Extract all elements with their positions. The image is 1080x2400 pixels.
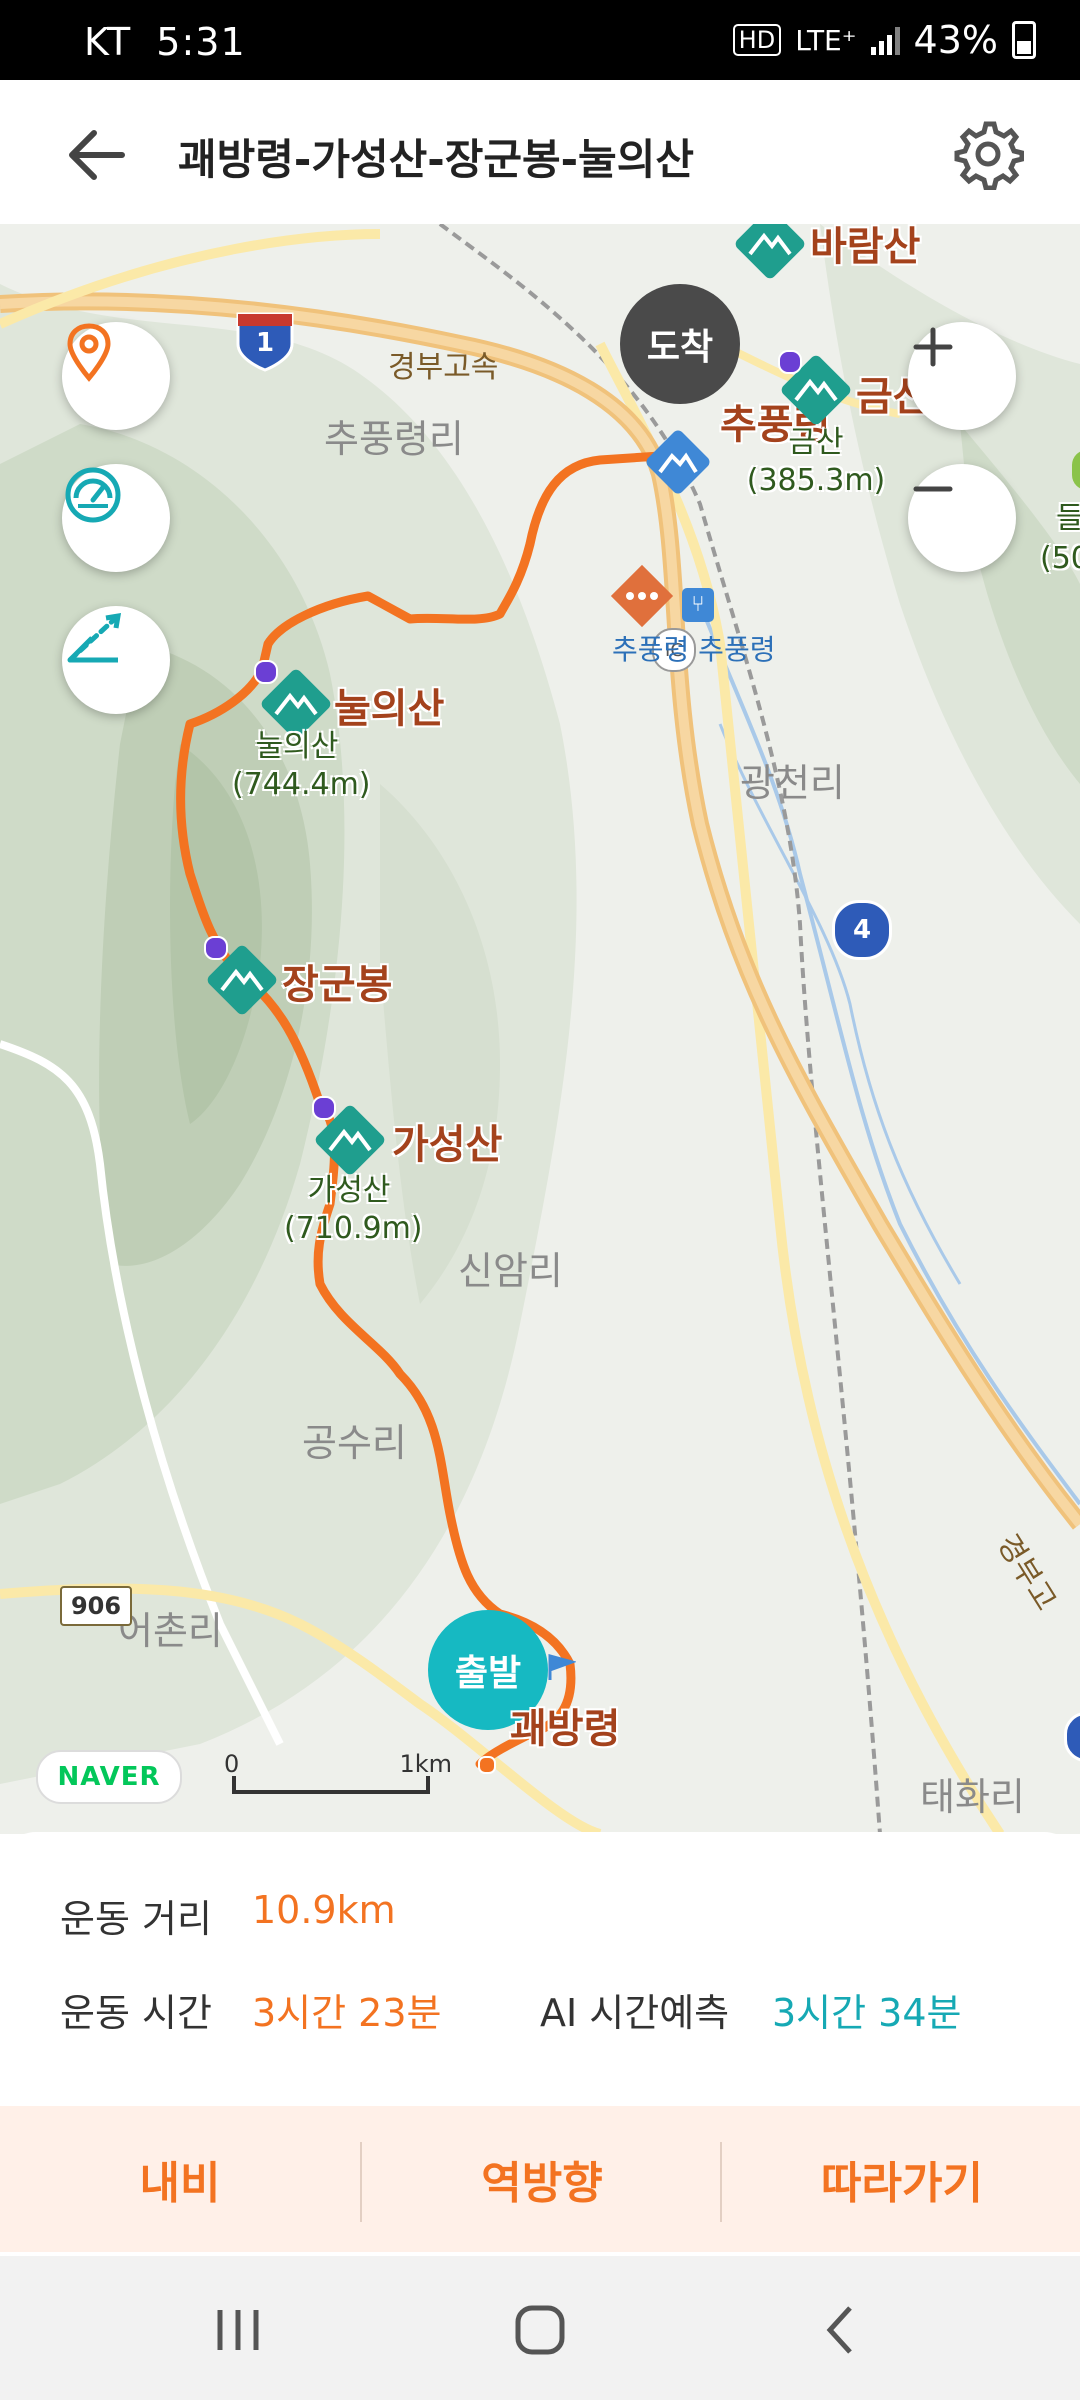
place-label-taehwa-ri: 태화리	[920, 1775, 1025, 1819]
end-pin[interactable]: 도착	[620, 284, 740, 404]
gear-icon	[954, 121, 1025, 191]
more-poi-icon	[610, 564, 674, 628]
poi-cluster-marker[interactable]	[606, 560, 678, 632]
minus-icon	[913, 486, 953, 492]
map-scale-bar: 0 1km	[224, 1750, 452, 1798]
route-906-number: 906	[70, 1592, 122, 1620]
ai-time-label: AI 시간예측	[540, 1991, 730, 2035]
peak-label-gaseong: 가성산	[392, 1122, 503, 1168]
start-place-label: 괘방령	[510, 1706, 621, 1752]
peak-elevation-geum: 금산 (385.3m)	[746, 424, 886, 500]
back-button[interactable]	[62, 120, 142, 190]
place-label-chupungnyeong-ri: 추풍령리	[324, 417, 464, 461]
chevron-left-icon	[826, 2306, 852, 2354]
route-stats-panel: 운동 거리 10.9km 운동 시간 3시간 23분 AI 시간예측 3시간 3…	[0, 1832, 1080, 2102]
mountain-icon	[735, 224, 805, 279]
peak-elevation-value-nului: (744.4m)	[232, 767, 371, 802]
recent-apps-button[interactable]	[198, 2300, 278, 2360]
slope-icon	[67, 612, 122, 663]
status-bar: KT 5:31 HD LTE⁺ 43%	[0, 0, 1080, 80]
summit-flag-icon	[204, 936, 228, 960]
system-nav-bar	[0, 2256, 1080, 2400]
location-pin-icon	[67, 323, 111, 382]
scale-end-label: 1km	[399, 1750, 452, 1778]
home-button[interactable]	[500, 2300, 580, 2360]
speed-gauge-button[interactable]	[62, 464, 170, 572]
follow-route-button[interactable]: 따라가기	[722, 2106, 1080, 2252]
peak-elevation-nului: 눌의산 (744.4m)	[232, 728, 371, 804]
summit-flag-icon	[254, 660, 278, 684]
road-label-gyeongbu: 경부고속	[388, 350, 499, 385]
start-direction-flag-icon	[546, 1652, 576, 1682]
recent-apps-icon	[217, 2310, 259, 2350]
settings-button[interactable]	[952, 118, 1025, 191]
app-bar: 괘방령-가성산-장군봉-눌의산	[0, 80, 1080, 226]
distance-value: 10.9km	[252, 1888, 396, 1932]
plus-icon	[913, 327, 953, 367]
clock: 5:31	[156, 20, 246, 64]
poi-label-chupungnyeong: 추풍령 추풍령	[612, 633, 776, 666]
battery-percent: 43%	[913, 18, 998, 62]
scale-line	[232, 1790, 430, 1794]
home-icon	[515, 2305, 565, 2355]
arrow-left-icon	[69, 130, 125, 180]
place-label-sinam-ri: 신암리	[458, 1249, 563, 1293]
speedometer-icon	[65, 467, 121, 523]
peak-sub-name-gaseong: 가성산	[307, 1173, 391, 1208]
time-value: 3시간 23분	[252, 1991, 442, 2035]
highway-1-number: 1	[255, 328, 275, 358]
scale-tick-end	[426, 1776, 430, 1794]
summit-flag-icon	[312, 1096, 336, 1120]
edge-peak-name: 들	[1056, 501, 1080, 536]
naver-logo[interactable]: NAVER	[36, 1750, 182, 1804]
peak-marker-chupungnyeong[interactable]	[640, 424, 716, 500]
place-label-gongsu-ri: 공수리	[302, 1421, 407, 1465]
my-location-button[interactable]	[62, 322, 170, 430]
restaurant-icon[interactable]: ⑂	[682, 588, 714, 622]
highway-1-badge: 1	[232, 308, 298, 374]
page-title: 괘방령-가성산-장군봉-눌의산	[178, 135, 694, 184]
scale-start-label: 0	[224, 1750, 240, 1778]
reverse-route-button[interactable]: 역방향	[362, 2106, 722, 2252]
status-right: HD LTE⁺ 43%	[732, 18, 1036, 62]
place-label-gwangcheon-ri: 광천리	[740, 761, 845, 805]
route-4-number: 4	[852, 915, 872, 945]
place-label-eochon-ri: 어촌리	[118, 1609, 223, 1653]
distance-label: 운동 거리	[60, 1897, 212, 1941]
summit-flag-icon	[778, 350, 802, 374]
start-point-dot	[478, 1756, 496, 1774]
route-906-badge: 906	[60, 1586, 132, 1626]
start-pin-label: 출발	[454, 1653, 522, 1694]
elevation-profile-button[interactable]	[62, 606, 170, 714]
back-nav-button[interactable]	[802, 2300, 882, 2360]
zoom-out-button[interactable]	[908, 464, 1016, 572]
peak-elevation-value-geum: (385.3m)	[746, 463, 886, 498]
peak-elevation-gaseong: 가성산 (710.9m)	[284, 1172, 423, 1248]
network-label: LTE⁺	[795, 23, 857, 57]
scale-tick-start	[232, 1776, 236, 1794]
signal-icon	[870, 25, 900, 55]
route-4-badge: 4	[832, 900, 892, 960]
zoom-in-button[interactable]	[908, 322, 1016, 430]
ai-time-value: 3시간 34분	[772, 1991, 962, 2035]
end-pin-label: 도착	[646, 327, 714, 368]
edge-peak-elevation: (50	[1040, 541, 1080, 576]
peak-sub-name-nului: 눌의산	[255, 729, 339, 764]
navigate-button[interactable]: 내비	[0, 2106, 360, 2252]
peak-sub-name-geum: 금산	[788, 425, 844, 460]
carrier-label: KT	[84, 20, 132, 64]
action-bar: 내비 역방향 따라가기	[0, 2106, 1080, 2252]
peak-label-nului: 눌의산	[334, 686, 445, 732]
peak-label-baram: 바람산	[810, 224, 921, 270]
status-left: KT 5:31	[84, 20, 246, 64]
peak-marker-baram[interactable]	[730, 224, 810, 284]
hd-badge: HD	[732, 24, 782, 56]
peak-label-janggun: 장군봉	[282, 962, 393, 1008]
peak-elevation-value-gaseong: (710.9m)	[284, 1211, 423, 1246]
battery-icon	[1012, 21, 1036, 59]
mountain-icon	[646, 430, 710, 494]
time-label: 운동 시간	[60, 1991, 212, 2035]
map-view[interactable]: 추풍령리 광천리 신암리 공수리 어촌리 태화리 경부고속 경부고 1 4 90…	[0, 224, 1080, 1834]
